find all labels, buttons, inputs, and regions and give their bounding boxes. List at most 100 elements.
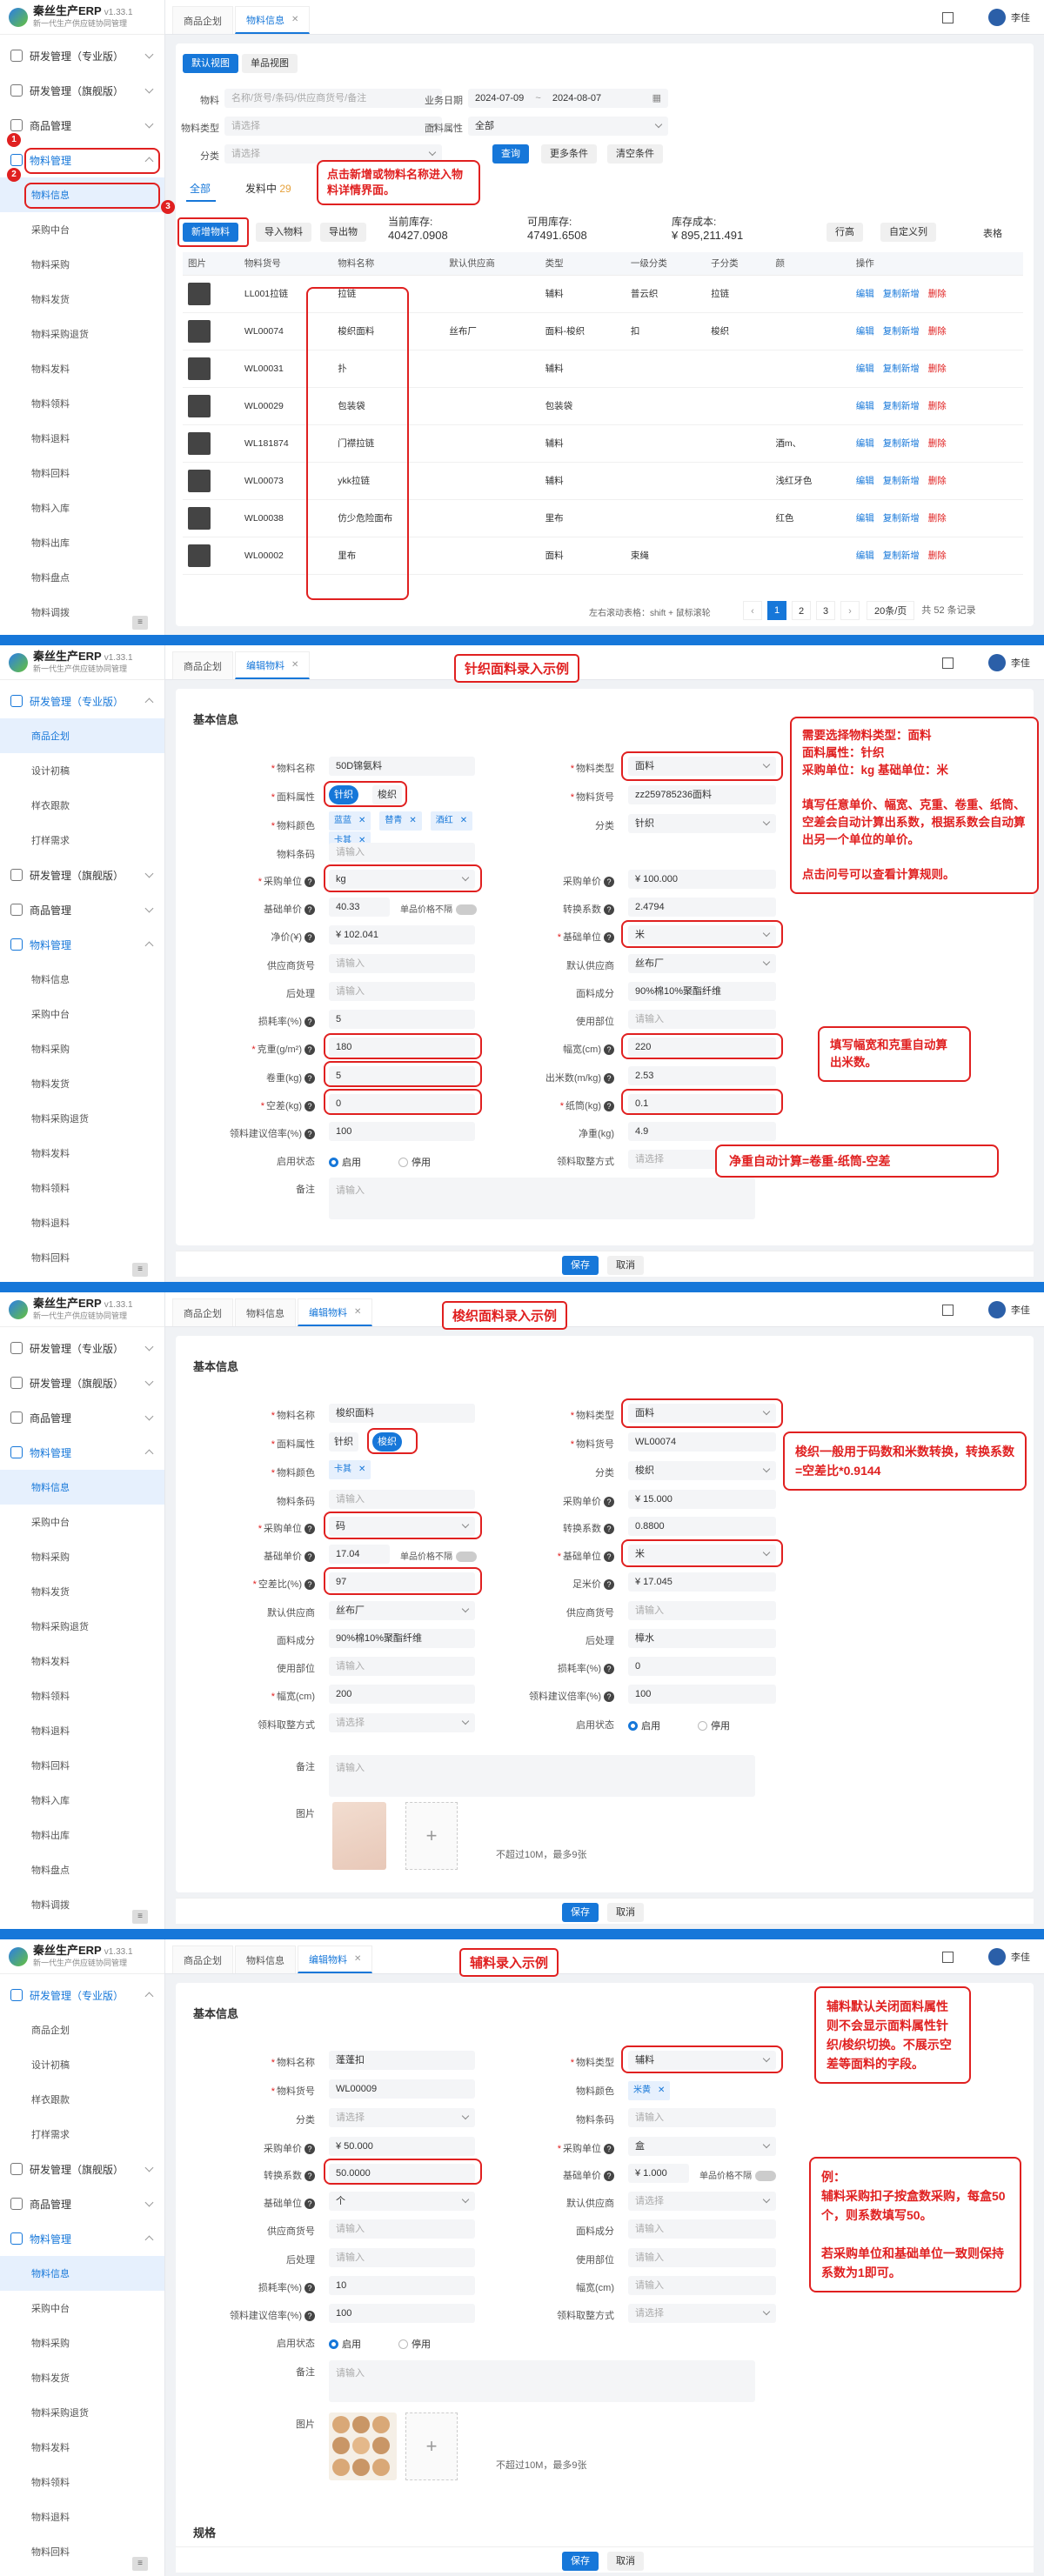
prev-page[interactable]: ‹: [743, 601, 762, 620]
disable-radio[interactable]: 停用: [698, 1718, 730, 1732]
help-icon[interactable]: ?: [604, 1073, 614, 1084]
enable-radio[interactable]: 启用: [329, 1155, 361, 1169]
tab-goods-plan[interactable]: 商品企划: [172, 6, 233, 34]
copy-new-link[interactable]: 复制新增: [883, 551, 920, 561]
menu-material[interactable]: 物料管理: [0, 1435, 164, 1470]
field-input[interactable]: 请输入: [329, 843, 475, 862]
help-icon[interactable]: ?: [604, 1579, 614, 1590]
submenu-item[interactable]: 采购中台: [0, 1505, 164, 1539]
field-input[interactable]: 梭织面料: [329, 1404, 475, 1423]
submenu-item[interactable]: 物料出库: [0, 525, 164, 560]
date-range-input[interactable]: 2024-07-09 ~ 2024-08-07 ▦: [468, 89, 668, 108]
remark-input[interactable]: 请输入: [329, 2360, 755, 2402]
submenu-item[interactable]: 物料采购: [0, 1539, 164, 1574]
menu-goods[interactable]: 商品管理: [0, 2186, 164, 2221]
submenu-item[interactable]: 打样需求: [0, 823, 164, 858]
edit-link[interactable]: 编辑: [856, 513, 874, 524]
avatar[interactable]: [988, 1301, 1006, 1318]
field-input[interactable]: 100: [628, 1685, 776, 1704]
field-input[interactable]: 请输入: [628, 2276, 776, 2295]
field-input[interactable]: 请输入: [628, 2108, 776, 2127]
field-input[interactable]: 0.8800: [628, 1517, 776, 1536]
field-input[interactable]: 请输入: [628, 2248, 776, 2267]
field-input[interactable]: 200: [329, 1685, 475, 1704]
row-height-button[interactable]: 行高: [826, 223, 863, 242]
submenu-item[interactable]: 物料采购退货: [0, 1101, 164, 1136]
help-icon[interactable]: ?: [304, 1044, 315, 1055]
avatar[interactable]: [988, 654, 1006, 671]
submenu-item[interactable]: 物料领料: [0, 2465, 164, 2499]
field-input[interactable]: 10: [329, 2276, 475, 2295]
submenu-item[interactable]: 打样需求: [0, 2117, 164, 2152]
menu-rd-flagship[interactable]: 研发管理（旗舰版）: [0, 858, 164, 892]
clear-button[interactable]: 清空条件: [607, 144, 663, 164]
submenu-item[interactable]: 物料发货: [0, 282, 164, 317]
color-tag[interactable]: 米黄 ✕: [628, 2081, 671, 2100]
tab-material-info[interactable]: 物料信息 ✕: [235, 6, 311, 34]
submenu-item[interactable]: 物料采购退货: [0, 1609, 164, 1644]
fullscreen-icon[interactable]: [942, 1951, 954, 1963]
field-input[interactable]: 丝布厂: [329, 1601, 475, 1620]
field-input[interactable]: 盒: [628, 2137, 776, 2156]
copy-new-link[interactable]: 复制新增: [883, 438, 920, 449]
field-input[interactable]: 50D锦氨料: [329, 757, 475, 776]
help-icon[interactable]: ?: [604, 932, 614, 943]
field-input[interactable]: 个: [329, 2192, 475, 2211]
field-input[interactable]: 请选择: [628, 2192, 776, 2211]
field-input[interactable]: zz259785236面料: [628, 785, 776, 804]
submenu-item[interactable]: 样衣跟款: [0, 2082, 164, 2117]
collapse-icon[interactable]: ≡: [132, 1910, 148, 1924]
copy-new-link[interactable]: 复制新增: [883, 364, 920, 374]
submenu-item[interactable]: 物料发料: [0, 2430, 164, 2465]
upload-button[interactable]: +: [405, 2412, 458, 2480]
field-input[interactable]: 4.9: [628, 1122, 776, 1141]
menu-goods[interactable]: 商品管理: [0, 1400, 164, 1435]
help-icon[interactable]: ?: [604, 1101, 614, 1111]
submenu-item[interactable]: 物料采购退货: [0, 317, 164, 351]
edit-link[interactable]: 编辑: [856, 364, 874, 374]
help-icon[interactable]: ?: [304, 1524, 315, 1534]
copy-new-link[interactable]: 复制新增: [883, 289, 920, 299]
tab-all[interactable]: 全部: [190, 181, 211, 196]
import-button[interactable]: 导入物料: [256, 223, 311, 242]
save-button[interactable]: 保存: [562, 2552, 599, 2571]
help-icon[interactable]: ?: [304, 2283, 315, 2293]
submenu-item[interactable]: 物料领料: [0, 1171, 164, 1205]
submenu-item[interactable]: 物料发料: [0, 1644, 164, 1678]
view-default[interactable]: 默认视图: [183, 54, 238, 73]
menu-rd-flagship[interactable]: 研发管理（旗舰版）: [0, 1365, 164, 1400]
field-input[interactable]: 丝布厂: [628, 954, 776, 973]
delete-link[interactable]: 删除: [928, 438, 947, 449]
save-button[interactable]: 保存: [562, 1256, 599, 1275]
tab-material-info[interactable]: 物料信息: [235, 1298, 296, 1326]
close-icon[interactable]: ✕: [291, 15, 298, 24]
edit-link[interactable]: 编辑: [856, 476, 874, 486]
menu-rd-pro[interactable]: 研发管理（专业版）: [0, 1978, 164, 2012]
attr-select[interactable]: 全部: [468, 117, 668, 136]
tab-material-info[interactable]: 物料信息: [235, 1945, 296, 1973]
field-input[interactable]: 请输入: [329, 2248, 475, 2267]
edit-link[interactable]: 编辑: [856, 551, 874, 561]
help-icon[interactable]: ?: [604, 877, 614, 887]
help-icon[interactable]: ?: [604, 2171, 614, 2181]
submenu-item[interactable]: 物料回料: [0, 1748, 164, 1783]
enable-radio[interactable]: 启用: [628, 1718, 660, 1732]
fullscreen-icon[interactable]: [942, 11, 954, 23]
custom-cols-button[interactable]: 自定义列: [880, 223, 936, 242]
tab-edit-material[interactable]: 编辑物料 ✕: [235, 651, 311, 679]
help-icon[interactable]: ?: [604, 904, 614, 915]
page-3[interactable]: 3: [816, 601, 835, 620]
unit-price-toggle[interactable]: 单品价格不隔: [400, 1549, 477, 1563]
field-input[interactable]: 蓬蓬扣: [329, 2051, 475, 2070]
submenu-item[interactable]: 物料发货: [0, 2360, 164, 2395]
tab-edit-material[interactable]: 编辑物料 ✕: [298, 1945, 373, 1973]
submenu-item[interactable]: 商品企划: [0, 718, 164, 753]
submenu-item[interactable]: 采购中台: [0, 2291, 164, 2326]
color-tag[interactable]: 酒红 ✕: [430, 811, 473, 831]
upload-button[interactable]: +: [405, 1802, 458, 1870]
field-input[interactable]: 90%棉10%聚酯纤维: [628, 982, 776, 1001]
menu-rd-pro[interactable]: 研发管理（专业版）: [0, 1331, 164, 1365]
delete-link[interactable]: 删除: [928, 476, 947, 486]
help-icon[interactable]: ?: [604, 1692, 614, 1702]
field-input[interactable]: ¥ 50.000: [329, 2137, 475, 2156]
